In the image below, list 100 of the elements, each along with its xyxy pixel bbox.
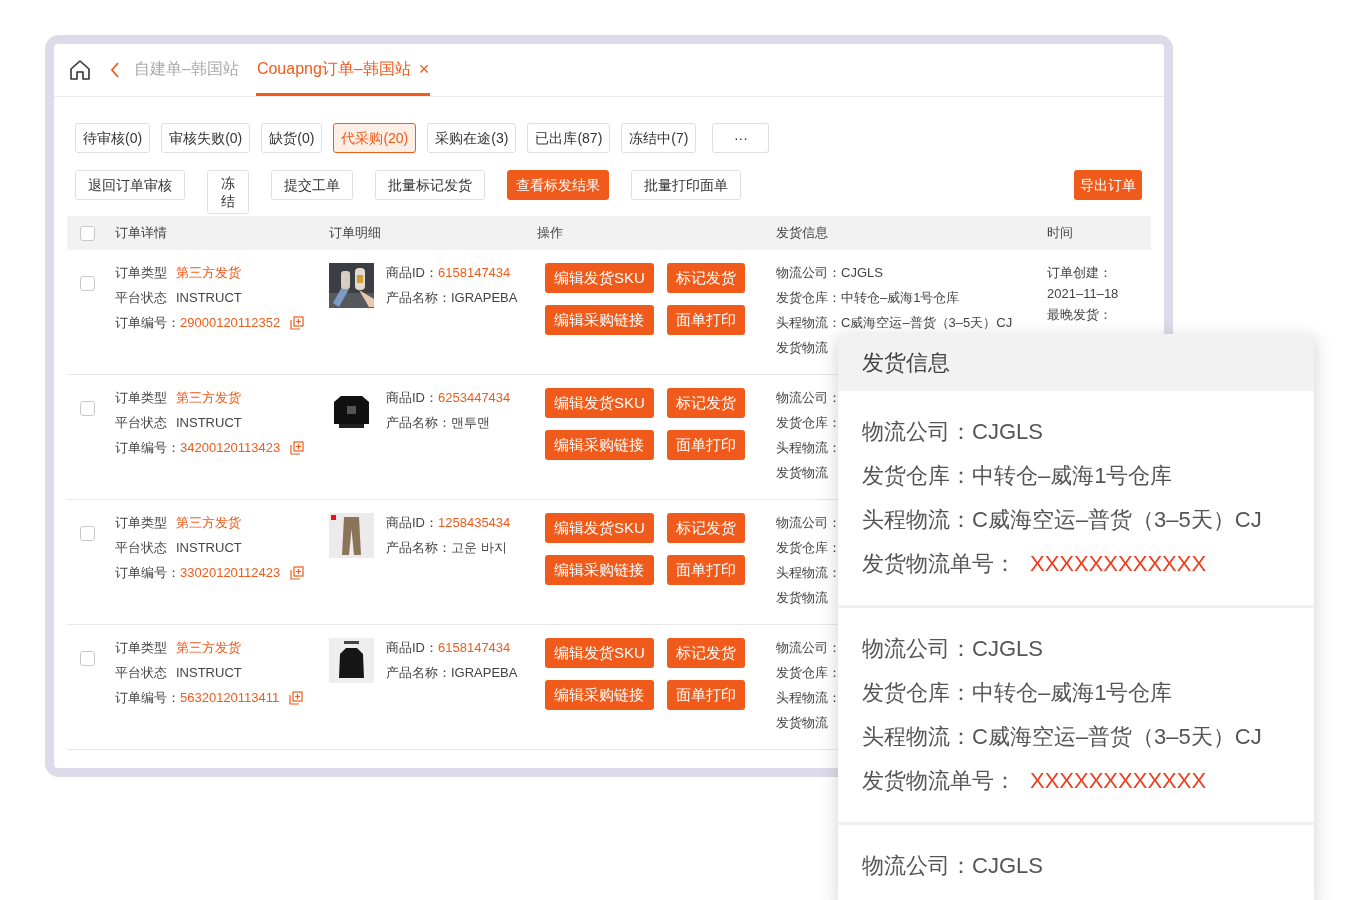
product-id-label: 商品ID： — [386, 514, 438, 532]
popup-field-label: 发货仓库： — [862, 679, 972, 707]
checkbox[interactable] — [80, 651, 95, 666]
product-name-label: 产品名称： — [386, 539, 451, 557]
action-button[interactable]: 提交工单 — [271, 170, 353, 200]
row-action-button[interactable]: 编辑发货SKU — [545, 513, 654, 543]
row-action-button[interactable]: 标记发货 — [666, 388, 745, 418]
shipping-info-line: 物流公司： — [776, 389, 841, 407]
status-filter[interactable]: 已出库(87) — [527, 123, 611, 153]
row-action-button[interactable]: 标记发货 — [666, 513, 745, 543]
shipping-info-line: 头程物流： — [776, 689, 841, 707]
action-button[interactable]: 批量标记发货 — [375, 170, 485, 200]
row-action-button[interactable]: 面单打印 — [666, 305, 745, 335]
row-action-button[interactable]: 编辑发货SKU — [545, 263, 654, 293]
popup-field-value: 中转仓–威海1号仓库 — [972, 462, 1173, 490]
platform-status-label: 平台状态 — [115, 289, 167, 307]
row-action-button[interactable]: 编辑采购链接 — [545, 680, 654, 710]
product-name: IGRAPEBA — [451, 664, 518, 682]
checkbox[interactable] — [80, 526, 95, 541]
shipping-info-line: 头程物流： — [776, 439, 841, 457]
order-number: 33020120112423 — [180, 564, 281, 582]
product-name-label: 产品名称： — [386, 289, 451, 307]
order-number-label: 订单编号： — [115, 439, 180, 457]
popup-field-label: 发货物流单号： — [862, 767, 1016, 795]
order-number-label: 订单编号： — [115, 689, 180, 707]
action-button[interactable]: 退回订单审核 — [75, 170, 185, 200]
status-filter[interactable]: 代采购(20) — [333, 123, 417, 153]
platform-status-label: 平台状态 — [115, 664, 167, 682]
back-icon[interactable] — [109, 61, 121, 79]
row-action-button[interactable]: 面单打印 — [666, 430, 745, 460]
copy-icon[interactable] — [289, 690, 304, 705]
time-line: 最晚发货： — [1047, 306, 1112, 324]
shipping-info-line: 发货物流 — [776, 464, 828, 482]
action-button[interactable]: 批量打印面单 — [631, 170, 741, 200]
column-header: 订单明细 — [329, 224, 382, 243]
export-button[interactable]: 导出订单 — [1074, 170, 1142, 200]
product-name: IGRAPEBA — [451, 289, 518, 307]
row-action-button[interactable]: 编辑采购链接 — [545, 305, 654, 335]
product-name: 맨투맨 — [451, 414, 490, 432]
order-type-label: 订单类型 — [115, 389, 167, 407]
platform-status-value: INSTRUCT — [176, 289, 242, 307]
status-filter[interactable]: ··· — [712, 123, 770, 153]
order-number-label: 订单编号： — [115, 314, 180, 332]
copy-icon[interactable] — [290, 440, 305, 455]
order-type-value: 第三方发货 — [176, 514, 241, 532]
order-number: 29000120112352 — [180, 314, 281, 332]
popup-field-label: 发货物流单号： — [862, 550, 1016, 578]
product-id: 6253447434 — [438, 389, 511, 407]
row-action-button[interactable]: 编辑发货SKU — [545, 638, 654, 668]
popup-field-value: CJGLS — [972, 418, 1043, 446]
product-name: 고운 바지 — [451, 539, 507, 557]
order-number-label: 订单编号： — [115, 564, 180, 582]
popup-field-value: XXXXXXXXXXXX — [1030, 550, 1207, 578]
status-filter[interactable]: 采购在途(3) — [427, 123, 517, 153]
home-icon[interactable] — [68, 58, 92, 82]
row-action-button[interactable]: 标记发货 — [666, 638, 745, 668]
order-type-value: 第三方发货 — [176, 389, 241, 407]
order-type-label: 订单类型 — [115, 639, 167, 657]
platform-status-label: 平台状态 — [115, 539, 167, 557]
shipping-info-line: 物流公司：CJGLS — [776, 264, 883, 282]
status-filter[interactable]: 待审核(0) — [75, 123, 151, 153]
checkbox[interactable] — [80, 401, 95, 416]
copy-icon[interactable] — [290, 315, 305, 330]
checkbox[interactable] — [80, 276, 95, 291]
action-button[interactable]: 查看标发结果 — [507, 170, 609, 200]
close-icon[interactable]: × — [418, 59, 430, 78]
checkbox[interactable] — [80, 225, 95, 241]
shipping-info-line: 头程物流： — [776, 564, 841, 582]
order-number: 34200120113423 — [180, 439, 281, 457]
row-action-button[interactable]: 编辑采购链接 — [545, 555, 654, 585]
status-filter[interactable]: 冻结中(7) — [621, 123, 697, 153]
row-action-button[interactable]: 编辑采购链接 — [545, 430, 654, 460]
platform-status-value: INSTRUCT — [176, 539, 242, 557]
row-action-button[interactable]: 面单打印 — [666, 680, 745, 710]
shipping-info-line: 发货仓库： — [776, 664, 841, 682]
row-action-button[interactable]: 编辑发货SKU — [545, 388, 654, 418]
column-header: 订单详情 — [115, 224, 168, 243]
row-action-button[interactable]: 标记发货 — [666, 263, 745, 293]
product-id-label: 商品ID： — [386, 389, 438, 407]
shipping-info-line: 物流公司： — [776, 639, 841, 657]
shipping-info-line: 发货物流 — [776, 339, 828, 357]
status-filter[interactable]: 缺货(0) — [261, 123, 323, 153]
row-action-button[interactable]: 面单打印 — [666, 555, 745, 585]
shipping-info-line: 物流公司： — [776, 514, 841, 532]
copy-icon[interactable] — [290, 565, 305, 580]
product-id: 1258435434 — [438, 514, 511, 532]
popup-field-label: 物流公司： — [862, 635, 972, 663]
column-header: 操作 — [537, 224, 564, 243]
time-line: 2021–11–18 — [1047, 285, 1119, 303]
page-tab[interactable]: Couapng订单–韩国站 × — [255, 44, 431, 96]
shipping-info-line: 发货仓库： — [776, 414, 841, 432]
platform-status-value: INSTRUCT — [176, 664, 242, 682]
action-button[interactable]: 冻结 — [207, 170, 249, 214]
popup-field-value: XXXXXXXXXXXX — [1030, 767, 1207, 795]
platform-status-value: INSTRUCT — [176, 414, 242, 432]
popup-field-value: C威海空运–普货（3–5天）CJ — [972, 506, 1262, 534]
status-filter[interactable]: 审核失败(0) — [161, 123, 251, 153]
shipping-info-line: 发货仓库：中转仓–威海1号仓库 — [776, 289, 960, 307]
shipping-info-line: 发货仓库： — [776, 539, 841, 557]
page-tab[interactable]: 自建单–韩国站 — [133, 44, 240, 96]
